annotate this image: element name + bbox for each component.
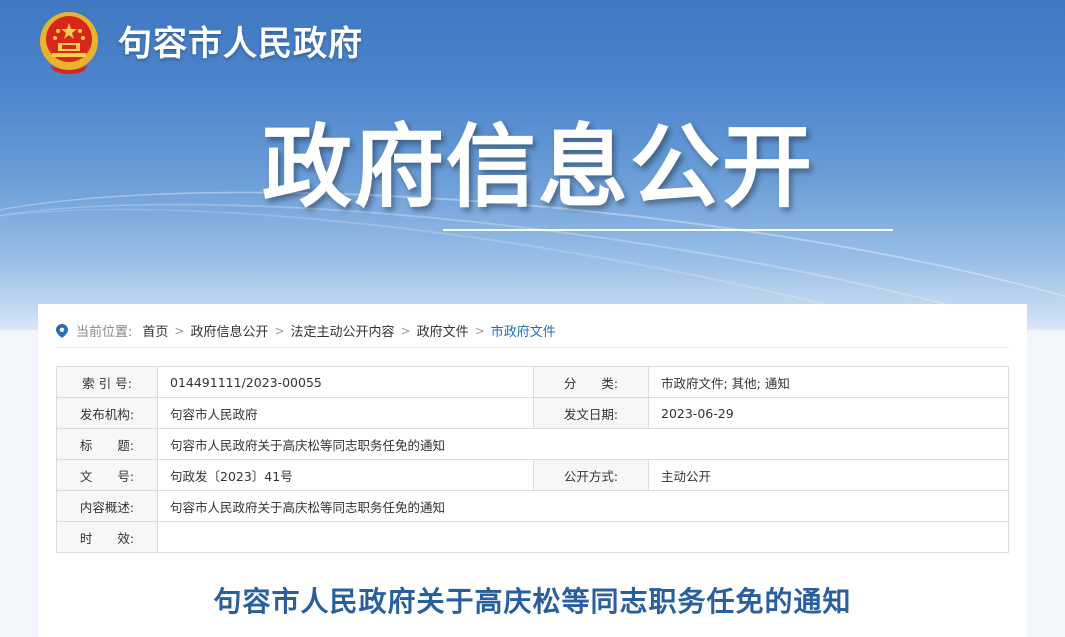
breadcrumb-separator: > <box>474 323 485 338</box>
public-mode-label: 公开方式: <box>533 459 649 491</box>
table-row: 内容概述: 句容市人民政府关于高庆松等同志职务任免的通知 <box>56 490 1009 522</box>
breadcrumb-separator: > <box>400 323 411 338</box>
hero-title: 政府信息公开 <box>262 115 814 220</box>
index-no-label: 索 引 号: <box>56 366 158 398</box>
table-row: 发布机构: 句容市人民政府 发文日期: 2023-06-29 <box>56 397 1009 429</box>
index-no-value: 014491111/2023-00055 <box>157 366 534 398</box>
hero-underline <box>443 229 893 231</box>
document-title: 句容市人民政府关于高庆松等同志职务任免的通知 <box>213 585 852 618</box>
header-banner: 句容市人民政府 政府信息公开 <box>0 0 1065 330</box>
category-label: 分 类: <box>533 366 649 398</box>
doc-no-value: 句政发〔2023〕41号 <box>157 459 534 491</box>
breadcrumb-gov-docs[interactable]: 政府文件 <box>417 321 469 340</box>
date-value: 2023-06-29 <box>648 397 1009 429</box>
doc-no-label: 文 号: <box>56 459 158 491</box>
site-title[interactable]: 句容市人民政府 <box>118 16 363 65</box>
table-row: 文 号: 句政发〔2023〕41号 公开方式: 主动公开 <box>56 459 1009 491</box>
breadcrumb: 当前位置: 首页 > 政府信息公开 > 法定主动公开内容 > 政府文件 > 市政… <box>56 314 1009 348</box>
location-pin-icon <box>56 323 68 338</box>
national-emblem-icon[interactable] <box>38 9 100 75</box>
category-value: 市政府文件; 其他; 通知 <box>648 366 1009 398</box>
validity-label: 时 效: <box>56 521 158 553</box>
breadcrumb-separator: > <box>174 323 185 338</box>
content-panel: 当前位置: 首页 > 政府信息公开 > 法定主动公开内容 > 政府文件 > 市政… <box>38 304 1027 637</box>
validity-value <box>157 521 1009 553</box>
title-label: 标 题: <box>56 428 158 460</box>
table-row: 标 题: 句容市人民政府关于高庆松等同志职务任免的通知 <box>56 428 1009 460</box>
issuer-value: 句容市人民政府 <box>157 397 534 429</box>
breadcrumb-label: 当前位置: <box>76 325 133 340</box>
document-metadata-table: 索 引 号: 014491111/2023-00055 分 类: 市政府文件; … <box>56 366 1009 553</box>
table-row: 索 引 号: 014491111/2023-00055 分 类: 市政府文件; … <box>56 366 1009 398</box>
date-label: 发文日期: <box>533 397 649 429</box>
summary-label: 内容概述: <box>56 490 158 522</box>
breadcrumb-separator: > <box>274 323 285 338</box>
title-value: 句容市人民政府关于高庆松等同志职务任免的通知 <box>157 428 1009 460</box>
public-mode-value: 主动公开 <box>648 459 1009 491</box>
breadcrumb-gov-info[interactable]: 政府信息公开 <box>190 321 268 340</box>
breadcrumb-home[interactable]: 首页 <box>142 321 168 340</box>
breadcrumb-statutory-content[interactable]: 法定主动公开内容 <box>291 321 395 340</box>
summary-value: 句容市人民政府关于高庆松等同志职务任免的通知 <box>157 490 1009 522</box>
issuer-label: 发布机构: <box>56 397 158 429</box>
table-row: 时 效: <box>56 521 1009 553</box>
breadcrumb-city-gov-docs[interactable]: 市政府文件 <box>491 321 556 340</box>
